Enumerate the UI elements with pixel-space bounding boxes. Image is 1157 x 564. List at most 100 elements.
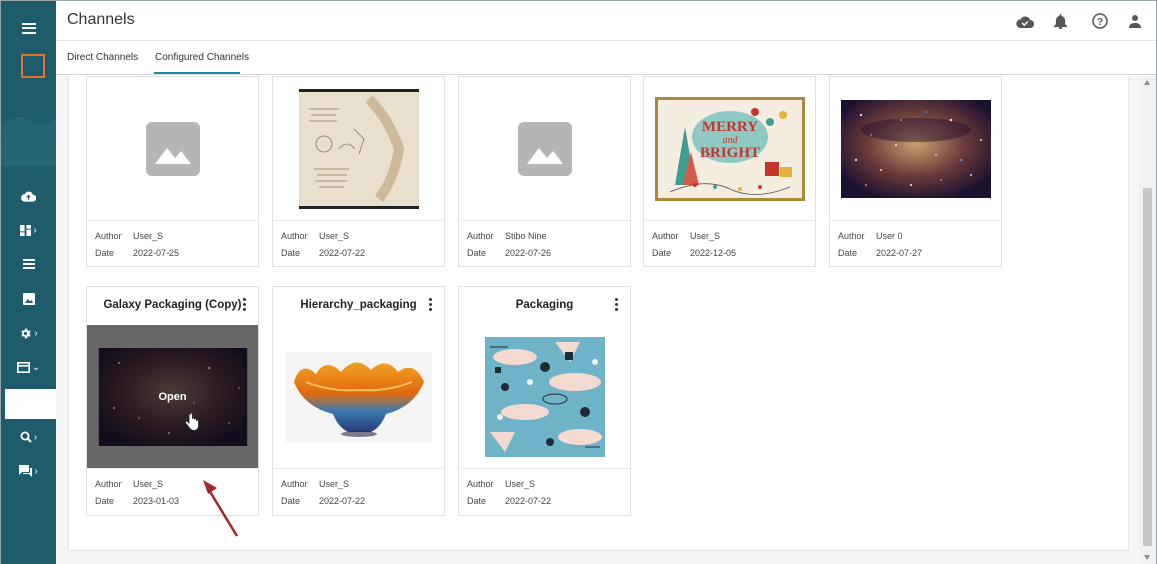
chevron-right-icon: › (33, 431, 38, 443)
settings-button[interactable]: › (1, 318, 56, 348)
more-options-icon[interactable] (242, 298, 246, 311)
card-title: Galaxy Packaging (Copy) (103, 299, 242, 311)
svg-text:MERRY: MERRY (701, 119, 757, 135)
channel-card[interactable]: Author Stibo Nine Date 2022-07-26 (458, 76, 631, 267)
card-meta: Author User_S Date 2022-07-25 (87, 220, 258, 267)
merry-and-bright-image: MERRY and BRIGHT (654, 96, 805, 201)
card-thumbnail (830, 77, 1001, 220)
page-title: Channels (67, 11, 135, 28)
author-value: User_S (133, 231, 164, 241)
notifications-button[interactable] (1051, 12, 1069, 30)
cloud-upload-button[interactable] (1, 181, 56, 211)
open-overlay[interactable]: Open (87, 325, 258, 468)
date-value: 2022-07-27 (876, 248, 923, 258)
tab-configured-channels[interactable]: Configured Channels (155, 52, 249, 63)
search-button[interactable]: › (1, 422, 56, 452)
help-button[interactable]: ? (1091, 12, 1109, 30)
card-thumbnail (459, 325, 630, 468)
top-header: Channels ? (56, 1, 1156, 41)
tab-direct-channels[interactable]: Direct Channels (67, 52, 138, 63)
author-label: Author (281, 479, 308, 489)
card-title: Hierarchy_packaging (300, 299, 417, 311)
hills-background (1, 116, 56, 166)
menu-button[interactable] (1, 7, 56, 49)
sidebar: › › ⌄ › › (1, 1, 56, 564)
card-icon (16, 361, 30, 373)
cloud-check-button[interactable] (1016, 12, 1034, 30)
author-label: Author (467, 479, 494, 489)
author-value: User_S (690, 231, 721, 241)
bell-icon (1053, 13, 1067, 29)
chevron-right-icon: › (34, 465, 38, 477)
channel-card[interactable]: MERRY and BRIGHT Author User_S Date 2022-1… (643, 76, 816, 267)
card-meta: Author Stibo Nine Date 2022-07-26 (459, 220, 630, 267)
card-meta: Author User_S Date 2022-07-22 (273, 468, 444, 516)
card-meta: Author User_S Date 2022-12-05 (644, 220, 815, 267)
date-label: Date (281, 248, 301, 258)
date-label: Date (652, 248, 672, 258)
card-thumbnail (273, 325, 444, 468)
glass-bowl-image (285, 351, 432, 442)
image-button[interactable] (1, 284, 56, 314)
author-label: Author (467, 231, 494, 241)
image-placeholder-icon (517, 121, 572, 176)
author-value: User 0 (876, 231, 903, 241)
date-value: 2022-07-22 (319, 496, 366, 506)
list-icon (22, 259, 35, 269)
card-thumbnail: MERRY and BRIGHT (644, 77, 815, 220)
channel-card[interactable]: Author User_S Date 2022-07-22 (272, 76, 445, 267)
scroll-up-arrow[interactable] (1144, 80, 1150, 85)
active-tab-indicator (154, 72, 240, 74)
chat-icon (19, 465, 33, 477)
author-value: User_S (319, 479, 350, 489)
date-label: Date (467, 248, 487, 258)
svg-text:?: ? (1097, 17, 1103, 28)
user-button[interactable] (1126, 12, 1144, 30)
card-title: Packaging (515, 299, 574, 311)
channel-card-packaging[interactable]: Packaging Author User_S Date 2022-07-22 (458, 286, 631, 516)
cloud-upload-icon (21, 191, 36, 202)
date-label: Date (95, 248, 115, 258)
date-label: Date (467, 496, 487, 506)
scroll-thumb[interactable] (1143, 188, 1152, 546)
image-placeholder-icon (145, 121, 200, 176)
date-value: 2022-07-22 (505, 496, 552, 506)
date-label: Date (838, 248, 858, 258)
channels-panel: Author User_S Date 2022-07-25 Author Use… (68, 76, 1129, 551)
author-label: Author (281, 231, 308, 241)
channel-card[interactable]: Author User 0 Date 2022-07-27 (829, 76, 1002, 267)
author-label: Author (838, 231, 865, 241)
more-options-icon[interactable] (614, 298, 618, 311)
author-value: User_S (505, 479, 536, 489)
settings-icon (21, 328, 32, 338)
list-button[interactable] (1, 249, 56, 279)
card-button[interactable]: ⌄ (1, 352, 56, 382)
card-meta: Author User_S Date 2022-07-22 (273, 220, 444, 267)
card-meta: Author User 0 Date 2022-07-27 (830, 220, 1001, 267)
date-label: Date (281, 496, 301, 506)
date-label: Date (95, 496, 115, 506)
chevron-right-icon: › (33, 224, 37, 236)
chevron-down-icon: ⌄ (31, 361, 41, 373)
logo-square[interactable] (21, 54, 45, 78)
author-value: User_S (133, 479, 164, 489)
author-value: Stibo Nine (505, 231, 547, 241)
help-icon: ? (1092, 13, 1108, 29)
tab-bar: Direct Channels Configured Channels (56, 41, 1156, 75)
chat-button[interactable]: › (1, 456, 56, 486)
retro-pattern-image (484, 336, 605, 457)
more-options-icon[interactable] (428, 298, 432, 311)
menu-icon (21, 22, 36, 34)
dashboard-button[interactable]: › (1, 215, 56, 245)
cloud-check-icon (1016, 15, 1034, 28)
card-meta: Author User_S Date 2022-07-22 (459, 468, 630, 516)
date-value: 2022-07-25 (133, 248, 180, 258)
scroll-down-arrow[interactable] (1144, 555, 1150, 560)
author-label: Author (95, 231, 122, 241)
channel-card[interactable]: Author User_S Date 2022-07-25 (86, 76, 259, 267)
search-icon (20, 431, 32, 443)
open-button[interactable]: Open (87, 391, 258, 403)
image-icon (22, 293, 35, 305)
vertical-scrollbar[interactable] (1139, 76, 1156, 564)
channel-card-hierarchy-packaging[interactable]: Hierarchy_packaging Author User_S Date 202… (272, 286, 445, 516)
